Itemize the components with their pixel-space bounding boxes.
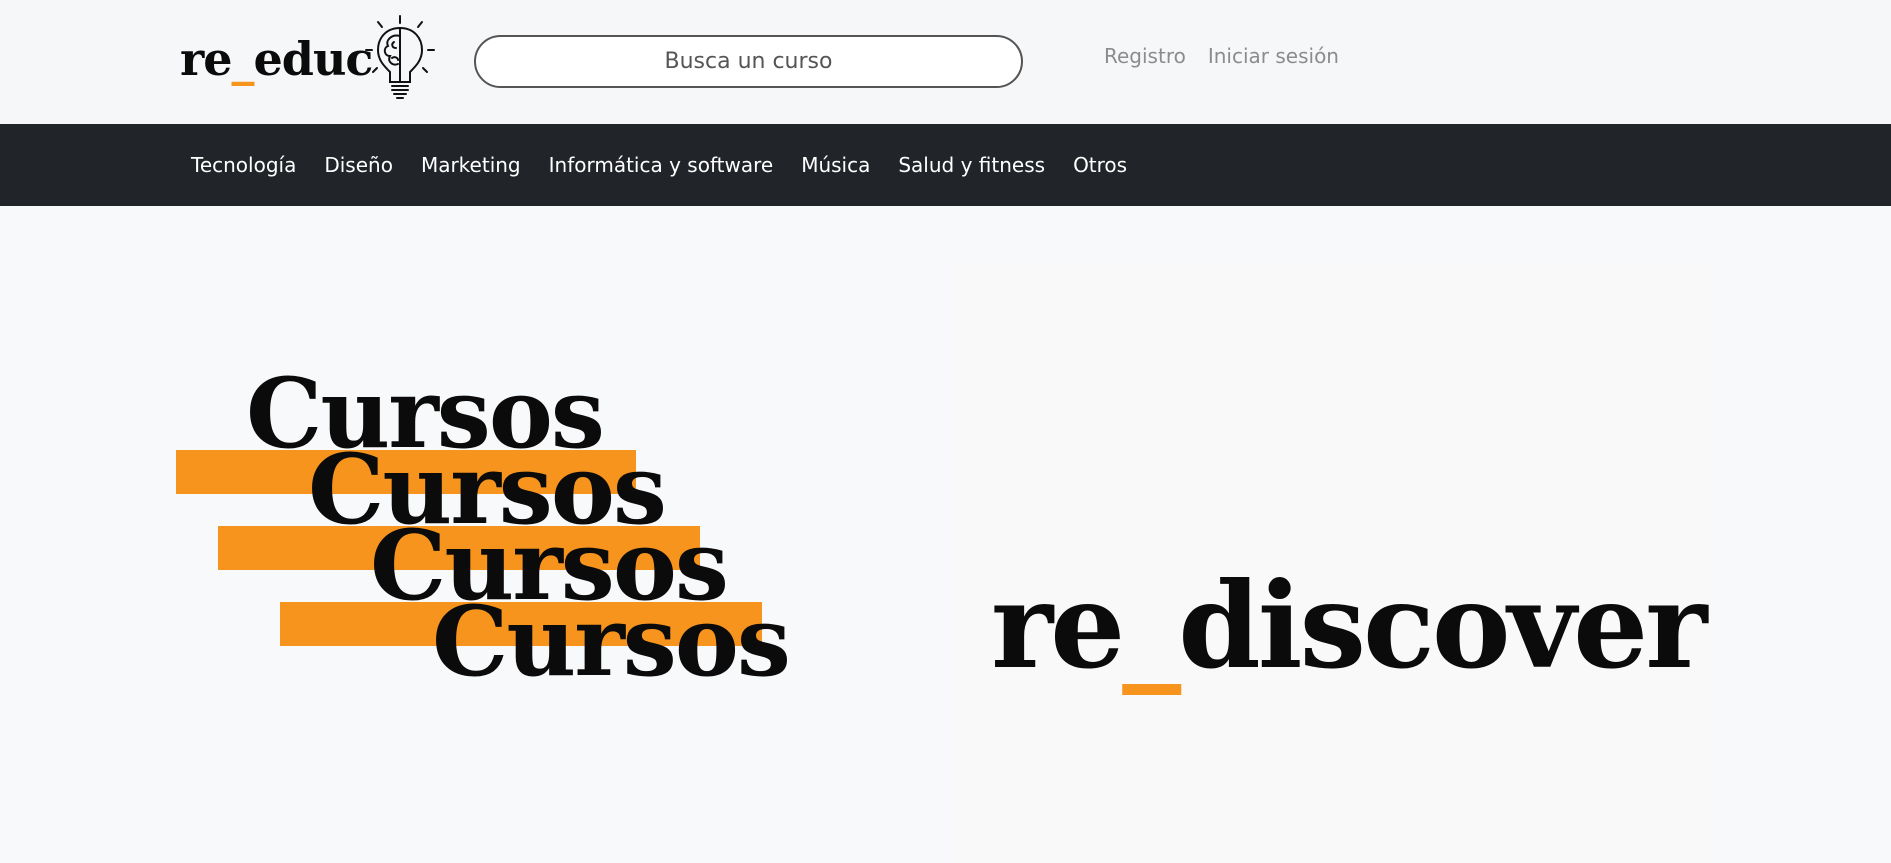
category-list: Tecnología Diseño Marketing Informática … [0, 153, 1127, 177]
nav-item-salud-fitness[interactable]: Salud y fitness [898, 153, 1045, 177]
hero-tagline: re_discover [991, 556, 1707, 695]
nav-item-marketing[interactable]: Marketing [421, 153, 521, 177]
nav-item-tecnologia[interactable]: Tecnología [191, 153, 296, 177]
top-header: re_educ Registro [0, 0, 1891, 124]
hero-tagline-panel: re_discover [951, 262, 1707, 863]
brand-logo[interactable]: re_educ [180, 14, 440, 104]
category-navbar: Tecnología Diseño Marketing Informática … [0, 124, 1891, 206]
search-bar[interactable] [474, 35, 1023, 88]
hero-word-cursos: Cursos [432, 585, 791, 698]
logo-wordmark: re_educ [180, 32, 373, 86]
hero-cursos-graphic: Cursos Cursos Cursos Cursos [176, 360, 796, 700]
nav-item-diseno[interactable]: Diseño [324, 153, 393, 177]
lightbulb-brain-icon [365, 15, 435, 99]
search-input[interactable] [501, 48, 996, 75]
login-link[interactable]: Iniciar sesión [1208, 44, 1339, 68]
register-link[interactable]: Registro [1104, 44, 1186, 68]
nav-item-musica[interactable]: Música [801, 153, 870, 177]
nav-item-informatica-software[interactable]: Informática y software [549, 153, 774, 177]
auth-links: Registro Iniciar sesión [1104, 44, 1339, 68]
nav-item-otros[interactable]: Otros [1073, 153, 1127, 177]
